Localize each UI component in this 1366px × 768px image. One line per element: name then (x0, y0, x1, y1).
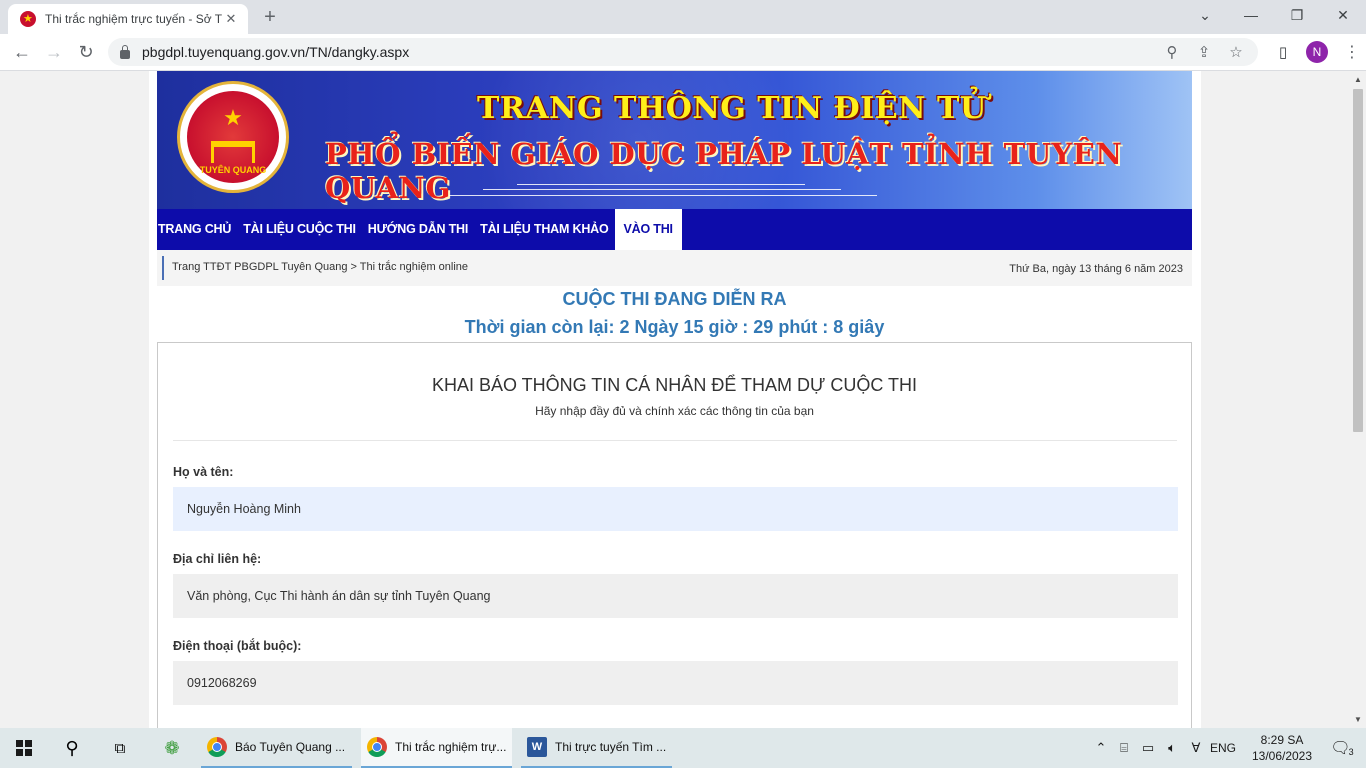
tab-search-icon[interactable]: ⌄ (1182, 0, 1228, 30)
taskbar-app-label: Thi trắc nghiệm trự... (395, 740, 507, 754)
chrome-icon (207, 737, 227, 757)
word-icon: W (527, 737, 547, 757)
task-view-icon[interactable]: ⧉ (96, 728, 144, 768)
clock-date: 13/06/2023 (1251, 749, 1313, 763)
taskbar-app-chrome-2[interactable]: Thi trắc nghiệm trự... (361, 728, 512, 768)
share-icon[interactable]: ⇪ (1188, 43, 1220, 61)
tab-title: Thi trắc nghiệm trực tuyến - Sở T (45, 12, 222, 26)
windows-taskbar: ⚲ ⧉ ❁ Báo Tuyên Quang ... Thi trắc nghiệ… (0, 728, 1366, 768)
scrollbar-thumb[interactable] (1353, 89, 1363, 432)
form-title: KHAI BÁO THÔNG TIN CÁ NHÂN ĐỂ THAM DỰ CU… (431, 375, 918, 395)
taskbar-app-label: Báo Tuyên Quang ... (235, 740, 346, 754)
address-bar[interactable]: pbgdpl.tuyenquang.gov.vn/TN/dangky.aspx … (108, 38, 1258, 66)
phone-label: Điện thoại (bắt buộc): (173, 639, 302, 653)
nav-item-guide[interactable]: HƯỚNG DẪN THI (362, 209, 474, 250)
full-name-label: Họ và tên: (173, 465, 234, 479)
form-subtitle: Hãy nhập đầy đủ và chính xác các thông t… (535, 404, 814, 418)
countdown-timer: Thời gian còn lại: 2 Ngày 15 giờ : 29 ph… (464, 317, 885, 337)
taskbar-clock[interactable]: 8:29 SA 13/06/2023 (1247, 732, 1317, 764)
close-tab-icon[interactable]: ✕ (222, 11, 240, 27)
province-emblem-icon[interactable]: ★ TUYÊN QUANG (177, 81, 289, 193)
nav-item-enter-exam[interactable]: VÀO THI (614, 209, 682, 250)
scroll-down-arrow-icon[interactable]: ▼ (1354, 715, 1362, 724)
bookmark-star-icon[interactable]: ☆ (1220, 43, 1252, 61)
page-scrollbar[interactable]: ▲ ▼ (1350, 71, 1366, 728)
nav-item-home[interactable]: TRANG CHỦ (157, 209, 237, 250)
notification-center-icon[interactable]: 🗨︎ 3 (1322, 728, 1362, 768)
new-tab-button[interactable]: + (258, 5, 282, 29)
emblem-text: TUYÊN QUANG (199, 165, 267, 175)
current-date: Thứ Ba, ngày 13 tháng 6 năm 2023 (1009, 263, 1183, 275)
main-navigation: TRANG CHỦ TÀI LIỆU CUỘC THI HƯỚNG DẪN TH… (157, 209, 1192, 250)
network-icon[interactable]: ⌸ (1112, 740, 1136, 756)
language-indicator[interactable]: ENG (1208, 741, 1238, 755)
breadcrumb-text[interactable]: Trang TTĐT PBGDPL Tuyên Quang > Thi trắc… (172, 261, 468, 273)
browser-tab[interactable]: Thi trắc nghiệm trực tuyến - Sở T ✕ (8, 4, 248, 34)
address-label: Địa chỉ liên hệ: (173, 552, 262, 566)
page-viewport: ★ TUYÊN QUANG TRANG THÔNG TIN ĐIỆN TỬ PH… (0, 71, 1350, 728)
banner-divider (517, 184, 805, 185)
pinned-app-icon[interactable]: ❁ (148, 728, 196, 768)
registration-form: KHAI BÁO THÔNG TIN CÁ NHÂN ĐỂ THAM DỰ CU… (157, 342, 1192, 728)
breadcrumb: Trang TTĐT PBGDPL Tuyên Quang > Thi trắc… (157, 250, 1192, 286)
banner-divider (449, 195, 877, 196)
phone-input[interactable] (173, 661, 1178, 705)
scroll-up-arrow-icon[interactable]: ▲ (1354, 75, 1362, 84)
nav-item-references[interactable]: TÀI LIỆU THAM KHẢO (474, 209, 614, 250)
url-text[interactable]: pbgdpl.tuyenquang.gov.vn/TN/dangky.aspx (142, 44, 409, 60)
banner-divider (483, 189, 841, 190)
windows-logo-icon (16, 740, 32, 756)
banner-title-line1: TRANG THÔNG TIN ĐIỆN TỬ (477, 91, 987, 126)
taskbar-app-chrome-1[interactable]: Báo Tuyên Quang ... (201, 728, 352, 768)
menu-kebab-icon[interactable]: ⋮ (1338, 42, 1366, 62)
back-button[interactable]: ← (8, 38, 36, 66)
lock-icon[interactable] (120, 44, 130, 59)
display-icon[interactable]: ▭ (1136, 740, 1160, 756)
clock-time: 8:29 SA (1260, 733, 1304, 747)
pen-icon[interactable]: ∀ (1184, 740, 1208, 756)
taskbar-app-word[interactable]: W Thi trực tuyến Tìm ... (521, 728, 672, 768)
chevron-up-icon[interactable]: ⌃ (1090, 740, 1112, 756)
browser-tab-bar: Thi trắc nghiệm trực tuyến - Sở T ✕ + ⌄ … (0, 0, 1366, 34)
breadcrumb-marker (162, 256, 164, 280)
restore-button[interactable]: ❐ (1274, 0, 1320, 30)
minimize-button[interactable]: — (1228, 0, 1274, 30)
contest-status: CUỘC THI ĐANG DIỄN RA (562, 289, 787, 309)
browser-toolbar: ← → ↻ pbgdpl.tuyenquang.gov.vn/TN/dangky… (0, 34, 1366, 71)
site-favicon-icon (20, 11, 36, 27)
taskbar-app-label: Thi trực tuyến Tìm ... (555, 740, 667, 754)
forward-button[interactable]: → (40, 38, 68, 66)
notification-count: 3 (1348, 747, 1354, 757)
full-name-input[interactable] (173, 487, 1178, 531)
side-panel-icon[interactable]: ▯ (1270, 43, 1296, 61)
page-container: ★ TUYÊN QUANG TRANG THÔNG TIN ĐIỆN TỬ PH… (149, 71, 1201, 728)
close-window-button[interactable]: ✕ (1320, 0, 1366, 30)
system-tray: ⌃ ⌸ ▭ 🔈︎ ∀ ENG (1090, 728, 1240, 768)
form-divider (173, 440, 1177, 441)
zoom-icon[interactable]: ⚲ (1156, 43, 1188, 61)
start-button[interactable] (0, 728, 48, 768)
profile-avatar[interactable]: N (1306, 41, 1328, 63)
volume-icon[interactable]: 🔈︎ (1160, 740, 1184, 756)
nav-item-contest-docs[interactable]: TÀI LIỆU CUỘC THI (237, 209, 362, 250)
search-taskbar-icon[interactable]: ⚲ (48, 728, 96, 768)
site-banner: ★ TUYÊN QUANG TRANG THÔNG TIN ĐIỆN TỬ PH… (157, 71, 1192, 209)
chrome-icon (367, 737, 387, 757)
reload-button[interactable]: ↻ (72, 38, 100, 66)
address-input[interactable] (173, 574, 1178, 618)
